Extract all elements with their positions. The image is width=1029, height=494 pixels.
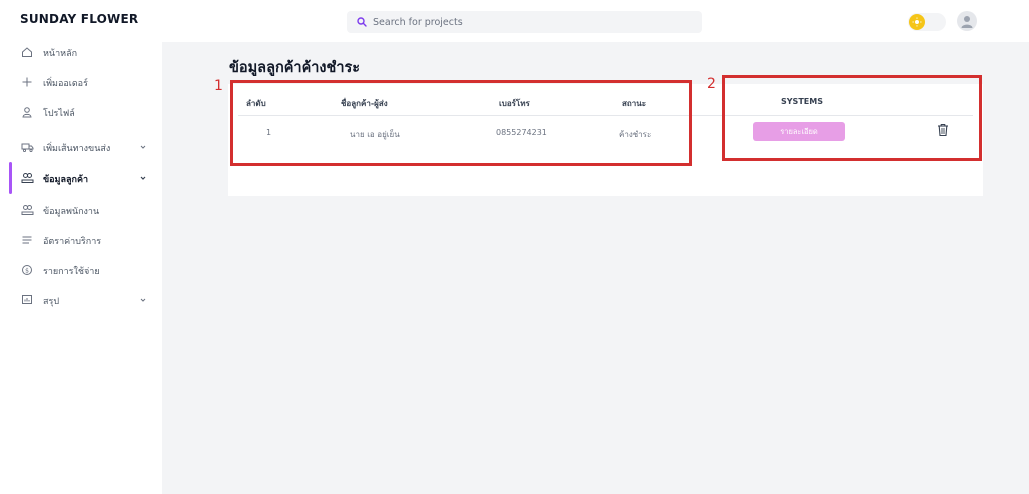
search-input[interactable] [373, 16, 673, 28]
highlight-box-2 [722, 75, 982, 161]
sidebar-item-add-route[interactable]: เพิ่มเส้นทางขนส่ง [0, 137, 162, 157]
avatar[interactable] [957, 11, 977, 31]
sidebar-item-label: หน้าหลัก [43, 49, 78, 59]
home-icon [20, 45, 34, 59]
list-icon [20, 233, 34, 247]
sidebar-item-employees[interactable]: ข้อมูลพนักงาน [0, 200, 162, 220]
sidebar-item-label: โปรไฟล์ [43, 109, 75, 119]
annotation-label-2: 2 [707, 76, 716, 92]
truck-icon [20, 140, 34, 154]
page-title: ข้อมูลลูกค้าค้างชำระ [229, 60, 361, 76]
chevron-down-icon [140, 145, 146, 149]
sidebar: หน้าหลัก เพิ่มออเดอร์ โปรไฟล์ เพิ่มเส้นท… [0, 42, 162, 494]
plus-icon [20, 75, 34, 89]
users-icon [20, 171, 34, 185]
annotation-label-1: 1 [214, 78, 223, 94]
theme-toggle[interactable] [908, 13, 946, 31]
brand-logo[interactable]: SUNDAY FLOWER [20, 12, 138, 26]
sidebar-item-customers[interactable]: ข้อมูลลูกค้า [0, 168, 162, 188]
search-icon [355, 15, 369, 29]
sidebar-item-summary[interactable]: สรุป [0, 290, 162, 310]
team-icon [20, 203, 34, 217]
sidebar-item-label: ข้อมูลลูกค้า [43, 175, 89, 185]
sidebar-item-label: เพิ่มออเดอร์ [43, 79, 88, 89]
highlight-box-1 [230, 80, 692, 166]
sidebar-item-label: รายการใช้จ่าย [43, 267, 100, 277]
sidebar-item-label: ข้อมูลพนักงาน [43, 207, 100, 217]
sidebar-item-expenses[interactable]: $ รายการใช้จ่าย [0, 260, 162, 280]
chevron-down-icon [140, 298, 146, 302]
user-icon [20, 105, 34, 119]
sun-icon [909, 14, 925, 30]
top-bar: SUNDAY FLOWER [0, 0, 1029, 42]
chart-icon [20, 293, 34, 307]
chevron-down-icon [140, 176, 146, 180]
sidebar-item-label: เพิ่มเส้นทางขนส่ง [43, 144, 111, 154]
sidebar-item-label: สรุป [43, 297, 60, 307]
coin-icon: $ [20, 263, 34, 277]
sidebar-item-label: อัตราค่าบริการ [43, 237, 102, 247]
sidebar-item-add-order[interactable]: เพิ่มออเดอร์ [0, 72, 162, 92]
sidebar-item-service-rates[interactable]: อัตราค่าบริการ [0, 230, 162, 250]
svg-text:$: $ [25, 267, 29, 274]
search-bar[interactable] [347, 11, 702, 33]
sidebar-item-home[interactable]: หน้าหลัก [0, 42, 162, 62]
sidebar-item-profile[interactable]: โปรไฟล์ [0, 102, 162, 122]
